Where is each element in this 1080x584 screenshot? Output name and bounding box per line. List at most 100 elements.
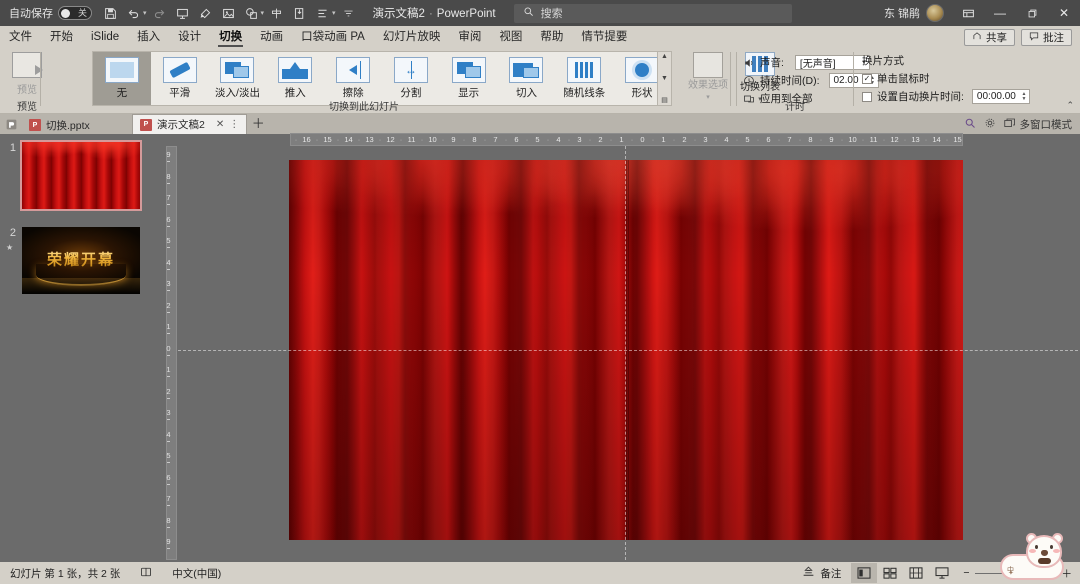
wipe-transition-icon [336, 57, 370, 83]
bear-assistant-widget[interactable]: 中 ✦ [1000, 534, 1078, 584]
ruler-label-9: 7 [490, 135, 501, 144]
ribbon-tab-home[interactable]: 开始 [41, 26, 82, 48]
ribbon-tab-view[interactable]: 视图 [490, 26, 531, 48]
ruler-label-30: 14 [931, 135, 942, 144]
view-slideshow-button[interactable] [929, 563, 955, 583]
ribbon-tab-pocket-animation[interactable]: 口袋动画 PA [292, 26, 374, 48]
ribbon-group-label-transitions: 切换到此幻灯片 [44, 98, 684, 113]
vruler-label-6: 3 [163, 279, 174, 288]
undo-icon[interactable] [123, 3, 144, 23]
multiwindow-label: 多窗口模式 [1020, 117, 1073, 132]
effect-options-button[interactable]: 效果选项 ▾ [684, 52, 732, 104]
shapes-dropdown-icon[interactable]: ▾ [261, 9, 265, 17]
accessibility-status[interactable] [130, 562, 162, 584]
customize-qat-icon[interactable] [338, 3, 359, 23]
collapse-ribbon-icon[interactable]: ⌃ [1066, 100, 1074, 111]
effect-options-chevron-down-icon[interactable]: ▾ [706, 93, 710, 101]
comments-button[interactable]: 批注 [1021, 29, 1072, 46]
align-icon[interactable] [266, 3, 287, 23]
language-label: 中文(中国) [172, 566, 221, 581]
undo-dropdown-icon[interactable]: ▾ [143, 9, 147, 17]
ruler-tick: · [564, 135, 574, 144]
restore-button[interactable] [1016, 0, 1048, 26]
new-tab-button[interactable]: ＋ [247, 113, 269, 134]
advance-after-checkbox[interactable] [862, 92, 872, 102]
gallery-scroll-down-icon[interactable]: ▼ [661, 75, 668, 82]
slide-thumbnail-2[interactable]: 2 ★ 荣耀开幕 [0, 227, 140, 294]
advance-after-row[interactable]: 设置自动换片时间: 00:00.00 ▲▼ [862, 89, 1030, 104]
view-normal-button[interactable] [851, 563, 877, 583]
advance-on-click-row[interactable]: ✓ 单击鼠标时 [862, 71, 930, 86]
advance-after-input[interactable]: 00:00.00 ▲▼ [972, 89, 1030, 104]
vruler-tick [167, 398, 170, 399]
arrange-dropdown-icon[interactable]: ▾ [332, 9, 336, 17]
arrange-icon[interactable] [312, 3, 333, 23]
autosave-control[interactable]: 自动保存 关 [9, 5, 92, 21]
tab-more-icon[interactable]: ⋮ [229, 119, 239, 130]
start-presentation-icon[interactable] [172, 3, 193, 23]
view-reading-button[interactable] [903, 563, 929, 583]
ribbon-tab-insert[interactable]: 插入 [128, 26, 169, 48]
search-box[interactable]: 搜索 [514, 4, 792, 23]
document-tab-yanshiwengao2[interactable]: P 演示文稿2 ✕ ⋮ [132, 114, 247, 134]
share-button[interactable]: 共享 [964, 29, 1015, 46]
title-bar: 自动保存 关 ▾ [0, 0, 1080, 26]
vertical-guide[interactable] [625, 146, 626, 570]
save-icon[interactable] [100, 3, 121, 23]
vruler-label-14: 5 [163, 451, 174, 460]
ribbon-tab-file[interactable]: 文件 [0, 26, 41, 48]
slide-thumbnail-pane[interactable]: 1 2 ★ 荣耀开幕 [0, 134, 163, 562]
vruler-tick [167, 269, 170, 270]
export-icon[interactable] [289, 3, 310, 23]
multiwindow-button[interactable]: 多窗口模式 [1004, 117, 1073, 132]
ribbon-tab-islide[interactable]: iSlide [82, 26, 128, 48]
slide-thumbnail-1[interactable]: 1 [0, 142, 140, 209]
vruler-tick [167, 312, 170, 313]
preview-button[interactable]: 预览 [6, 52, 48, 102]
ribbon-tab-transitions[interactable]: 切换 [210, 26, 251, 48]
advance-after-stepper[interactable]: ▲▼ [1020, 90, 1028, 103]
zoom-out-button[interactable]: − [963, 567, 969, 579]
minimize-button[interactable]: — [984, 0, 1016, 26]
multiwindow-icon [1004, 118, 1016, 132]
view-slide-sorter-button[interactable] [877, 563, 903, 583]
avatar[interactable] [926, 4, 944, 22]
horizontal-guide[interactable] [178, 350, 1078, 351]
advance-on-click-checkbox[interactable]: ✓ [862, 74, 872, 84]
gallery-scroll-up-icon[interactable]: ▲ [661, 53, 668, 60]
format-painter-icon[interactable] [195, 3, 216, 23]
ruler-tick: · [711, 135, 721, 144]
ribbon-tab-help[interactable]: 帮助 [531, 26, 572, 48]
vruler-tick [167, 333, 170, 334]
ruler-tick: · [732, 135, 742, 144]
redo-icon [149, 3, 170, 23]
ribbon-tab-slideshow[interactable]: 幻灯片放映 [374, 26, 450, 48]
shapes-icon[interactable] [241, 3, 262, 23]
document-title: 演示文稿2 [373, 8, 425, 20]
close-button[interactable]: ✕ [1048, 0, 1080, 26]
document-tab-qiehuan[interactable]: P 切换.pptx [22, 116, 132, 134]
autosave-toggle[interactable]: 关 [58, 6, 92, 20]
ribbon-tab-design[interactable]: 设计 [169, 26, 210, 48]
ruler-tick: · [837, 135, 847, 144]
language-status[interactable]: 中文(中国) [162, 562, 231, 584]
ribbon-tab-review[interactable]: 审阅 [449, 26, 490, 48]
ribbon-display-options-icon[interactable] [952, 0, 984, 26]
close-tab-icon[interactable]: ✕ [216, 119, 224, 130]
gear-icon[interactable] [984, 117, 996, 132]
ribbon-tab-storyboard[interactable]: 情节提要 [572, 26, 636, 48]
notes-button[interactable]: 备注 [792, 562, 851, 584]
user-name[interactable]: 东 锦鹃 [884, 5, 920, 21]
autosave-knob [61, 9, 70, 18]
search-icon[interactable] [964, 117, 976, 132]
sound-icon [742, 56, 755, 69]
vruler-tick [167, 462, 170, 463]
ribbon-tab-animations[interactable]: 动画 [251, 26, 292, 48]
slide-count[interactable]: 幻灯片 第 1 张，共 2 张 [0, 562, 130, 584]
picture-icon[interactable] [218, 3, 239, 23]
duration-value: 02.00 [834, 75, 859, 86]
mascot-eye-right [1050, 545, 1053, 549]
ruler-label-4: 12 [385, 135, 396, 144]
sound-select[interactable]: [无声音] ▼ [795, 55, 870, 70]
horizontal-ruler: ·16·15·14·13·12·11·10·9·8·7·6·5·4·3·2·1·… [290, 133, 963, 146]
